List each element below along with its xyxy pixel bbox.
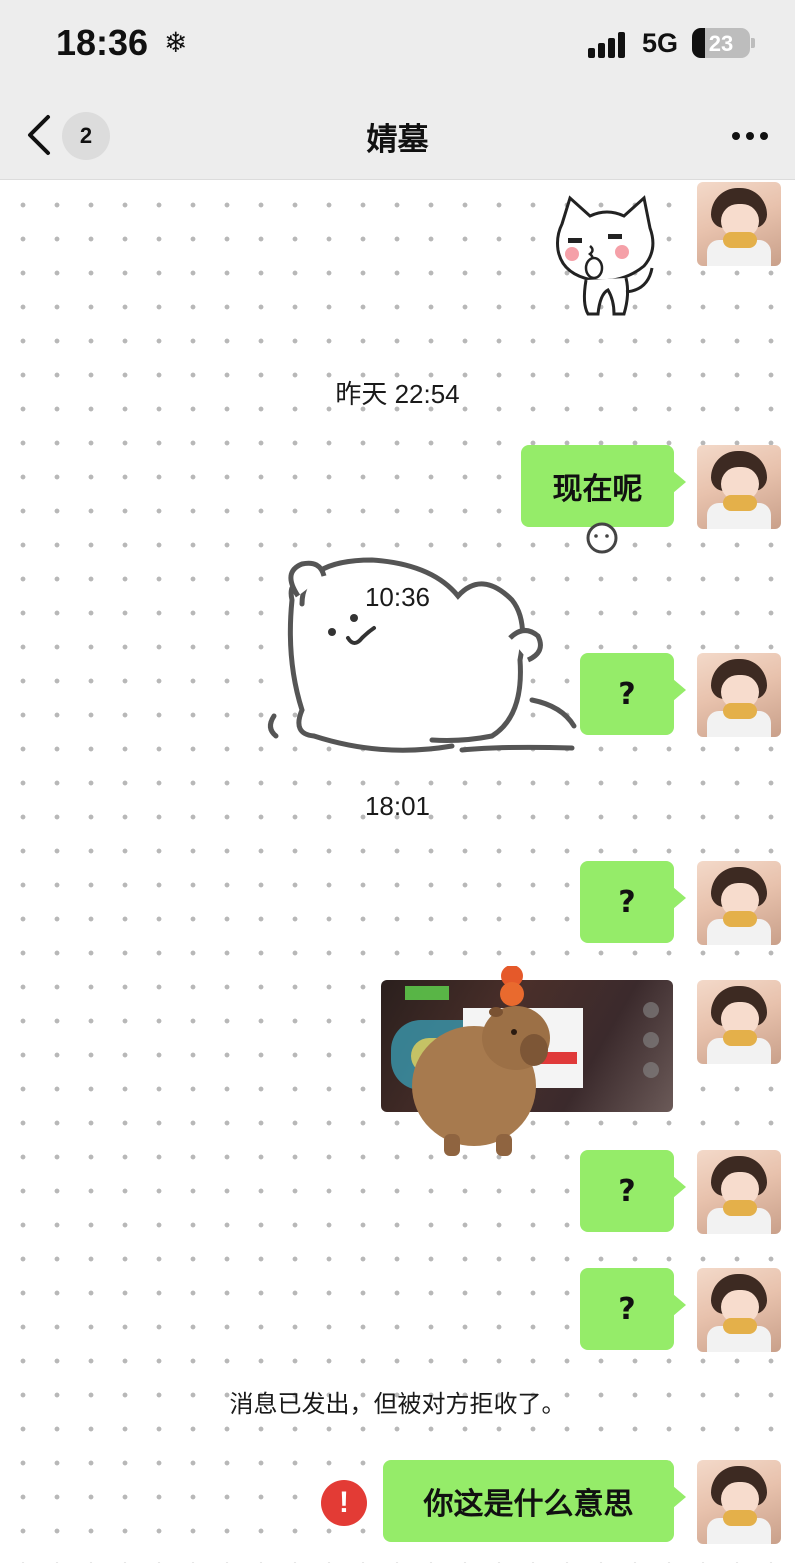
message-text: ? — [618, 1291, 636, 1327]
status-bar: 18:36 ❄ 5G 23 — [0, 0, 795, 92]
my-avatar[interactable] — [697, 653, 781, 737]
message-bubble[interactable]: ? — [580, 1150, 686, 1232]
white-bear-lying-sticker[interactable] — [262, 520, 624, 760]
white-cat-kiss-sticker[interactable] — [552, 194, 662, 326]
my-avatar[interactable] — [697, 1460, 781, 1544]
chat-title: 婧墓 — [366, 122, 429, 158]
message-bubble[interactable]: ? — [580, 653, 686, 735]
my-avatar[interactable] — [697, 445, 781, 529]
signal-strength-icon — [588, 32, 632, 58]
message-text: 现在呢 — [552, 472, 643, 507]
message-text: 你这是什么意思 — [423, 1487, 634, 1522]
my-avatar[interactable] — [697, 861, 781, 945]
message-bubble[interactable]: 现在呢 — [521, 445, 686, 527]
timestamp: 10:36 — [364, 582, 431, 612]
battery-cap — [751, 38, 755, 48]
my-avatar[interactable] — [697, 1150, 781, 1234]
my-avatar[interactable] — [697, 980, 781, 1064]
battery-icon: 23 — [692, 28, 750, 58]
capybara-sticker[interactable] — [410, 966, 550, 1162]
chat-area[interactable]: 昨天 22:54 现在呢 10:36 ? 18:01 ? ? ? 消息已发出，但… — [0, 180, 795, 1563]
status-time: 18:36 — [56, 22, 149, 63]
timestamp: 18:01 — [364, 791, 431, 821]
network-type: 5G — [642, 28, 679, 58]
send-failed-icon[interactable]: ! — [321, 1480, 367, 1526]
message-text: ? — [618, 884, 636, 920]
message-text: ? — [618, 1173, 636, 1209]
rejected-notice: 消息已发出，但被对方拒收了。 — [229, 1390, 566, 1418]
more-horizontal-icon[interactable] — [730, 132, 770, 142]
timestamp: 昨天 22:54 — [335, 379, 460, 409]
message-text: ? — [618, 676, 636, 712]
message-bubble[interactable]: 你这是什么意思 — [383, 1460, 686, 1542]
battery-percent: 23 — [708, 31, 734, 56]
message-bubble[interactable]: ? — [580, 1268, 686, 1350]
message-bubble[interactable]: ? — [580, 861, 686, 943]
my-avatar[interactable] — [697, 182, 781, 266]
chat-header: 2 婧墓 — [0, 92, 795, 180]
snowflake-icon: ❄ — [164, 26, 188, 59]
my-avatar[interactable] — [697, 1268, 781, 1352]
